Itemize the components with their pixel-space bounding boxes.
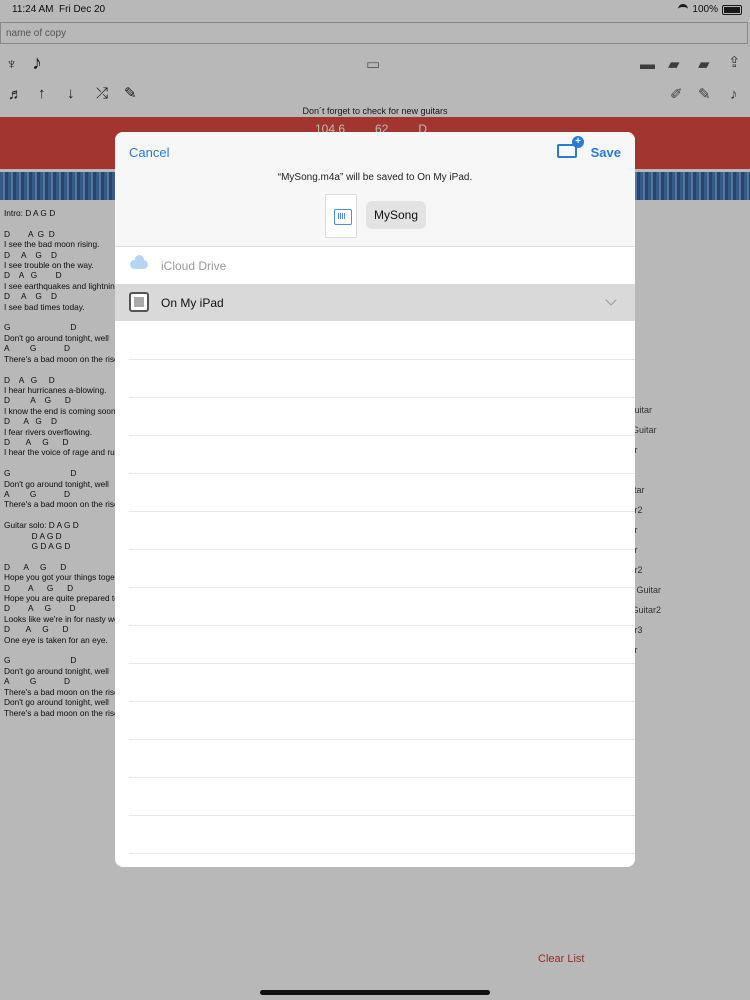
dialog-header: Cancel Save “MySong.m4a” will be saved t… [115,132,635,246]
save-dialog: Cancel Save “MySong.m4a” will be saved t… [115,132,635,867]
empty-row [129,702,635,740]
empty-row [129,398,635,436]
new-folder-icon[interactable] [557,136,584,158]
empty-row [129,740,635,778]
empty-row [129,778,635,816]
empty-row [129,588,635,626]
chevron-down-icon[interactable] [605,294,617,306]
cloud-icon [130,255,148,269]
empty-row [129,360,635,398]
empty-row [129,664,635,702]
empty-row [129,512,635,550]
location-label: On My iPad [161,296,224,310]
location-on-my-ipad[interactable]: On My iPad [115,284,635,321]
empty-row [129,474,635,512]
audio-file-icon [325,194,357,238]
location-icloud-drive[interactable]: iCloud Drive [115,246,635,284]
empty-row [129,322,635,360]
empty-row [129,436,635,474]
file-name-field[interactable]: MySong [366,201,427,229]
ipad-icon [129,292,149,312]
cancel-button[interactable]: Cancel [129,145,169,160]
empty-row [129,816,635,854]
save-message: “MySong.m4a” will be saved to On My iPad… [277,172,473,183]
location-label: iCloud Drive [161,259,227,273]
save-button[interactable]: Save [591,145,621,160]
folder-list [129,322,635,854]
home-indicator [260,990,490,995]
empty-row [129,550,635,588]
empty-row [129,626,635,664]
